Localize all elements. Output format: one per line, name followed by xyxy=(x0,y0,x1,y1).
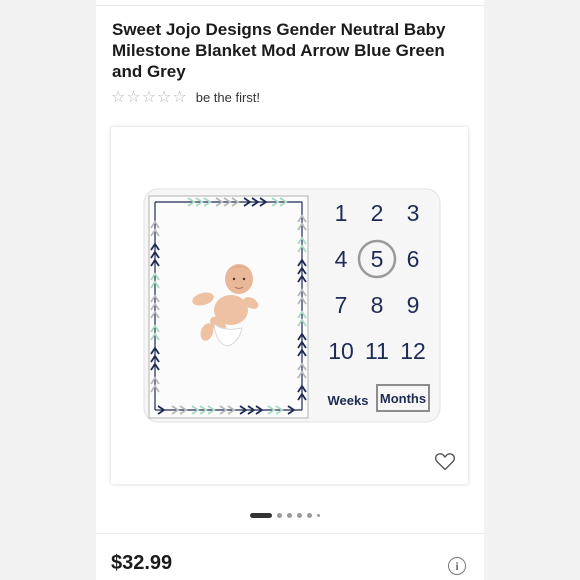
milestone-number: 10 xyxy=(328,338,354,364)
milestone-number: 12 xyxy=(400,338,426,364)
milestone-number: 3 xyxy=(407,200,420,226)
product-price: $32.99 xyxy=(111,552,173,574)
milestone-number: 11 xyxy=(365,338,389,364)
product-card: Sweet Jojo Designs Gender Neutral Baby M… xyxy=(96,0,484,580)
milestone-number: 6 xyxy=(407,246,420,272)
rating-row[interactable]: ☆ ☆ ☆ ☆ ☆ be the first! xyxy=(111,88,260,106)
carousel-dot[interactable] xyxy=(317,514,320,517)
weeks-label: Weeks xyxy=(328,393,369,408)
milestone-number: 1 xyxy=(335,200,348,226)
left-margin xyxy=(0,0,97,580)
product-title: Sweet Jojo Designs Gender Neutral Baby M… xyxy=(112,20,446,81)
rating-label[interactable]: be the first! xyxy=(196,90,260,105)
carousel-dot[interactable] xyxy=(307,513,312,518)
carousel-dot-active[interactable] xyxy=(250,513,272,518)
milestone-number: 2 xyxy=(371,200,384,226)
star-icon[interactable]: ☆ xyxy=(157,88,171,106)
months-label: Months xyxy=(380,391,426,406)
right-margin xyxy=(483,0,580,580)
carousel-dot[interactable] xyxy=(297,513,302,518)
milestone-number: 9 xyxy=(407,292,420,318)
info-icon[interactable]: i xyxy=(448,557,466,575)
carousel-dot[interactable] xyxy=(287,513,292,518)
price-divider xyxy=(96,533,484,534)
star-icon[interactable]: ☆ xyxy=(111,88,125,106)
milestone-number: 8 xyxy=(371,292,384,318)
star-icon[interactable]: ☆ xyxy=(172,88,186,106)
milestone-number: 4 xyxy=(335,246,348,272)
carousel-indicators[interactable] xyxy=(250,513,320,518)
star-icon[interactable]: ☆ xyxy=(126,88,140,106)
milestone-number: 5 xyxy=(371,246,384,272)
carousel-dot[interactable] xyxy=(277,513,282,518)
top-divider xyxy=(96,5,484,6)
star-icon[interactable]: ☆ xyxy=(142,88,156,106)
milestone-number: 7 xyxy=(335,292,348,318)
product-image-frame[interactable]: 1 2 3 4 5 6 7 8 9 10 11 12 Weeks Months xyxy=(111,127,468,484)
product-image: 1 2 3 4 5 6 7 8 9 10 11 12 Weeks Months xyxy=(143,188,441,423)
heart-outline-icon[interactable] xyxy=(433,449,457,473)
